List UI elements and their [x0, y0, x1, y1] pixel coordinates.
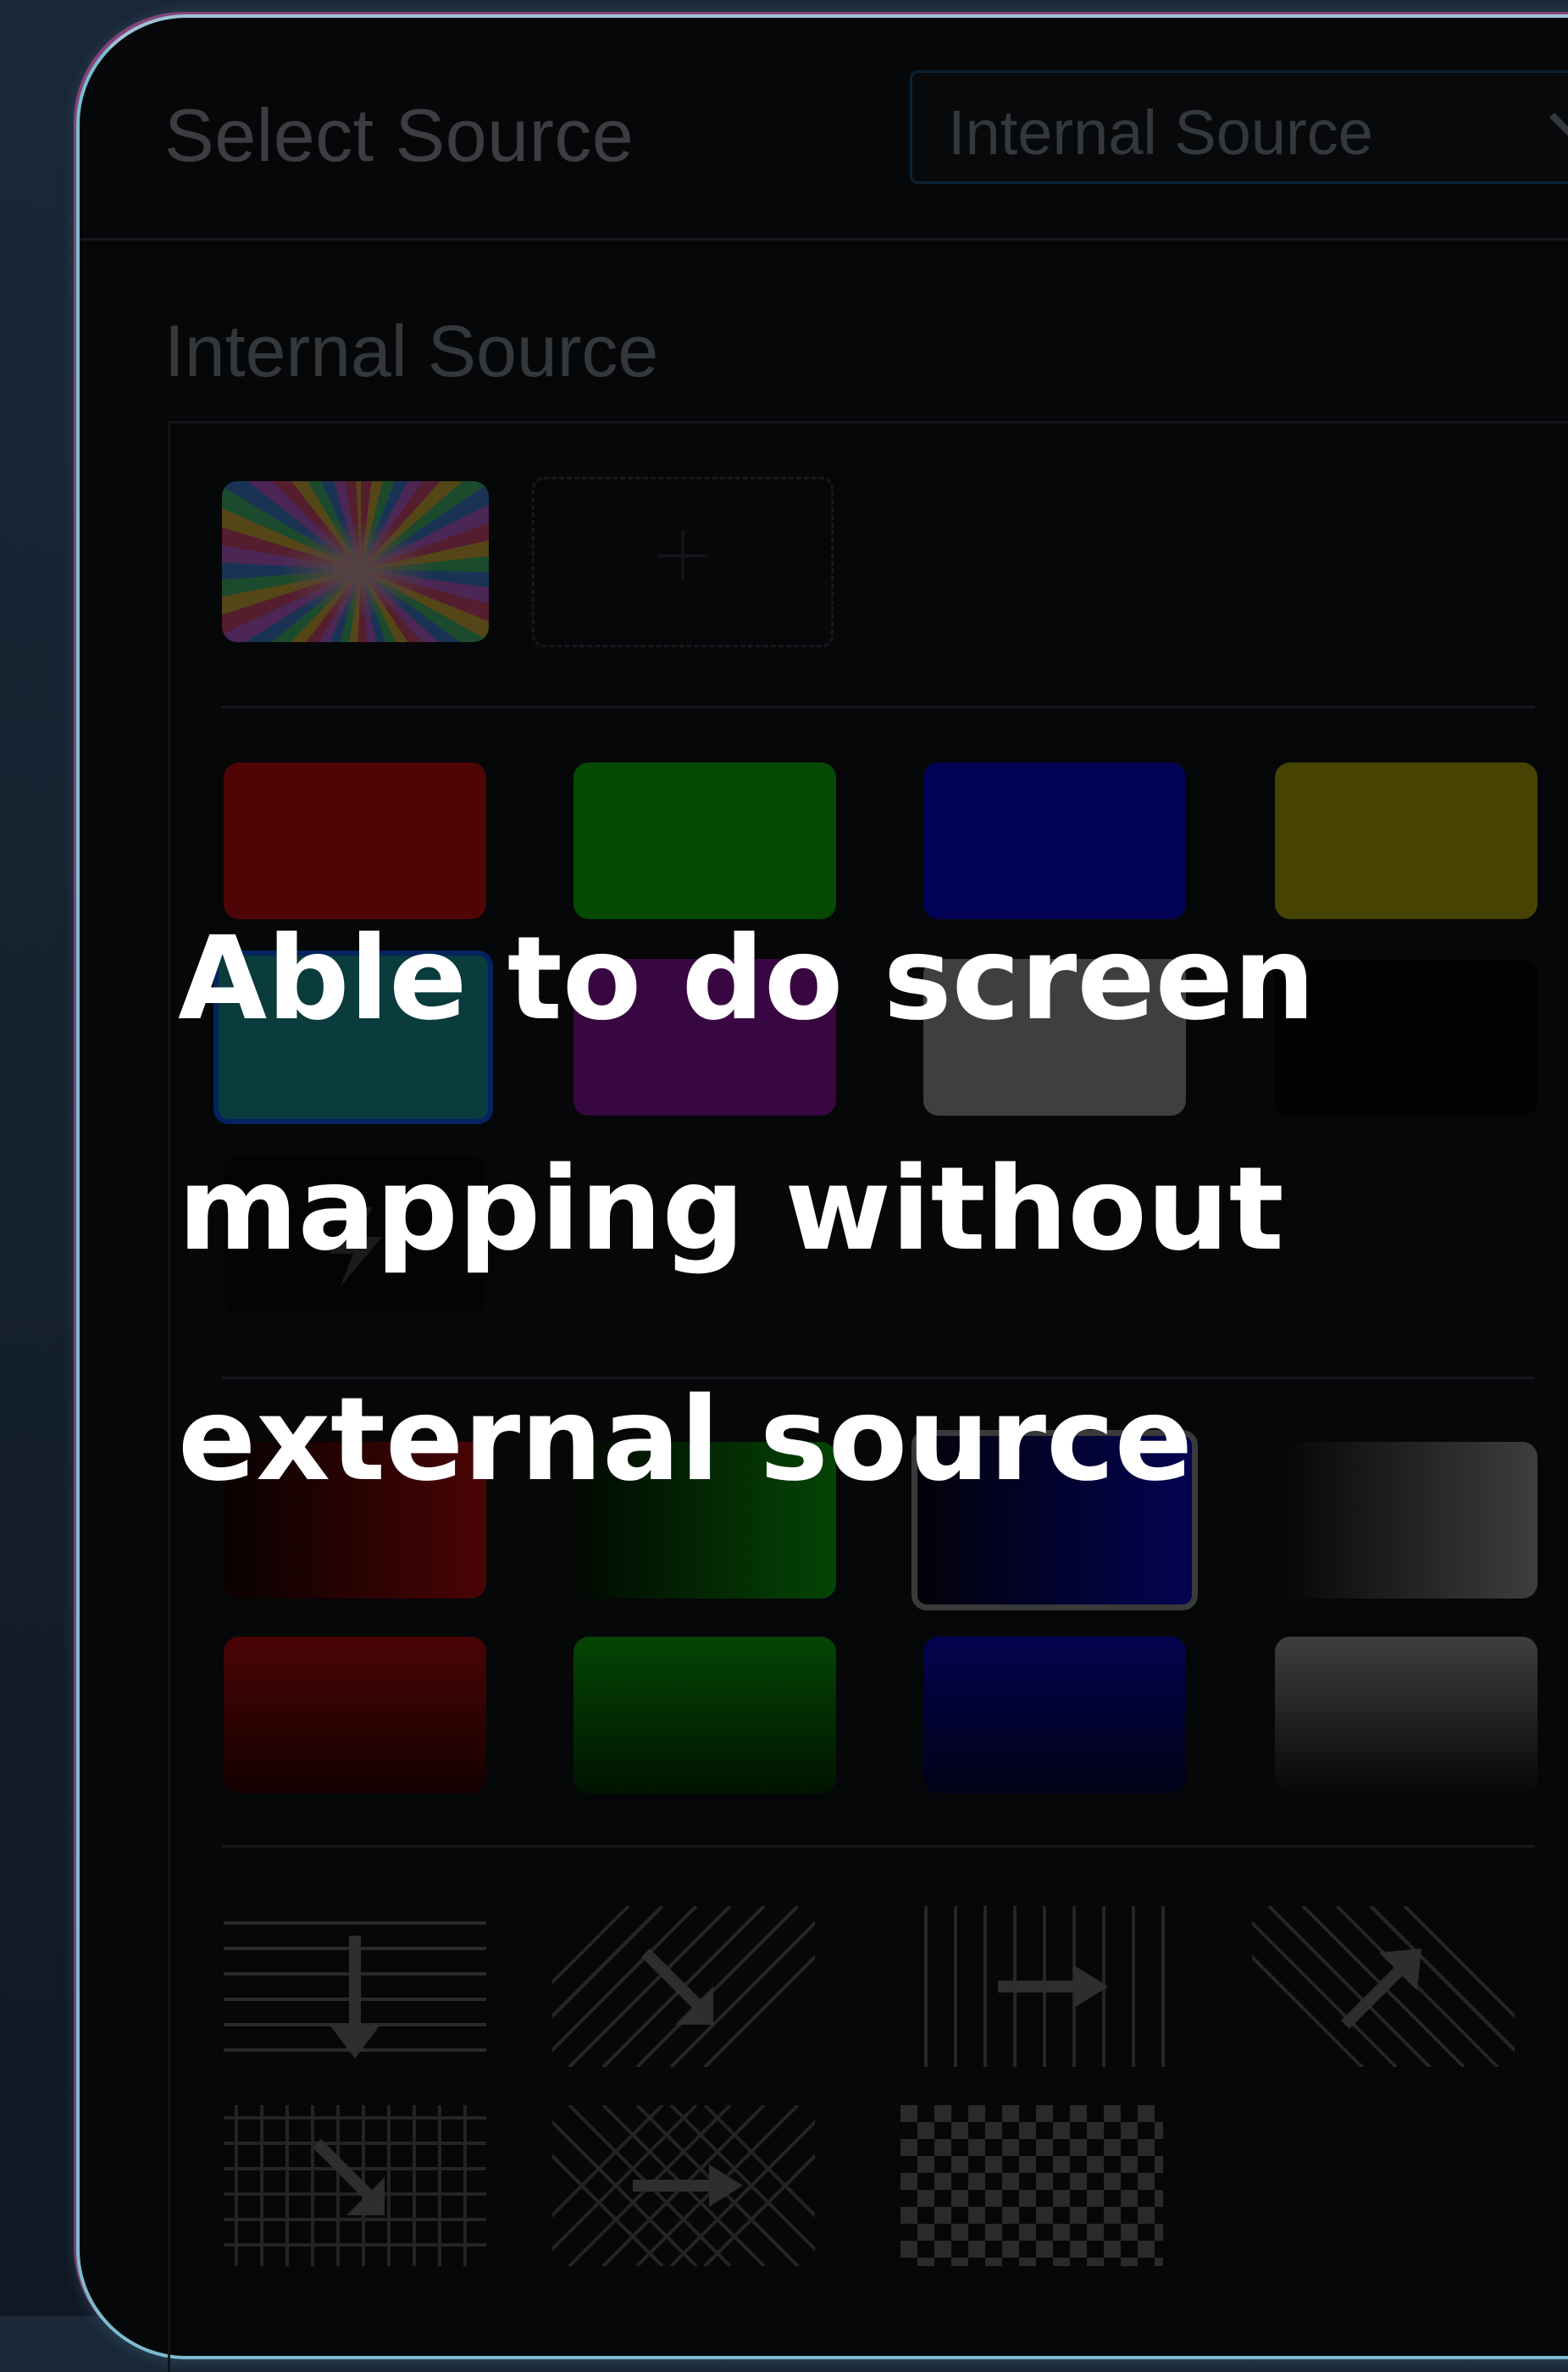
source-select[interactable]: Internal Source	[910, 70, 1568, 184]
panel-header: Select Source Internal Source	[80, 18, 1568, 241]
add-source-tile[interactable]	[532, 477, 834, 647]
gradient-red-vertical[interactable]	[224, 1637, 486, 1793]
chevron-down-icon	[1549, 113, 1568, 136]
divider	[222, 706, 1535, 708]
rainbow-burst-thumbnail[interactable]	[222, 481, 489, 642]
crosshatch-right-arrow-icon[interactable]	[552, 2105, 815, 2266]
select-source-label: Select Source	[164, 93, 634, 177]
vertical-lines-right-arrow-icon[interactable]	[917, 1906, 1180, 2067]
checkerboard-icon[interactable]	[900, 2105, 1163, 2266]
diagonal-lines-up-right-arrow-icon[interactable]	[1252, 1906, 1515, 2067]
plus-icon	[657, 530, 708, 581]
diagonal-lines-down-right-arrow-icon[interactable]	[552, 1906, 815, 2067]
horizontal-lines-down-arrow-icon[interactable]	[224, 1906, 486, 2067]
feature-caption: Able to do screen mapping without extern…	[178, 864, 1364, 1555]
grid-down-right-arrow-icon[interactable]	[224, 2105, 486, 2266]
caption-line-1: Able to do screen	[178, 912, 1316, 1046]
divider	[222, 1845, 1535, 1848]
gradient-gray-vertical[interactable]	[1275, 1637, 1538, 1793]
source-select-value: Internal Source	[948, 97, 1373, 168]
caption-line-3: external source	[178, 1373, 1193, 1507]
section-title: Internal Source	[164, 311, 659, 392]
caption-line-2: mapping without	[178, 1143, 1284, 1277]
gradient-blue-vertical[interactable]	[923, 1637, 1186, 1793]
gradient-green-vertical[interactable]	[573, 1637, 836, 1793]
